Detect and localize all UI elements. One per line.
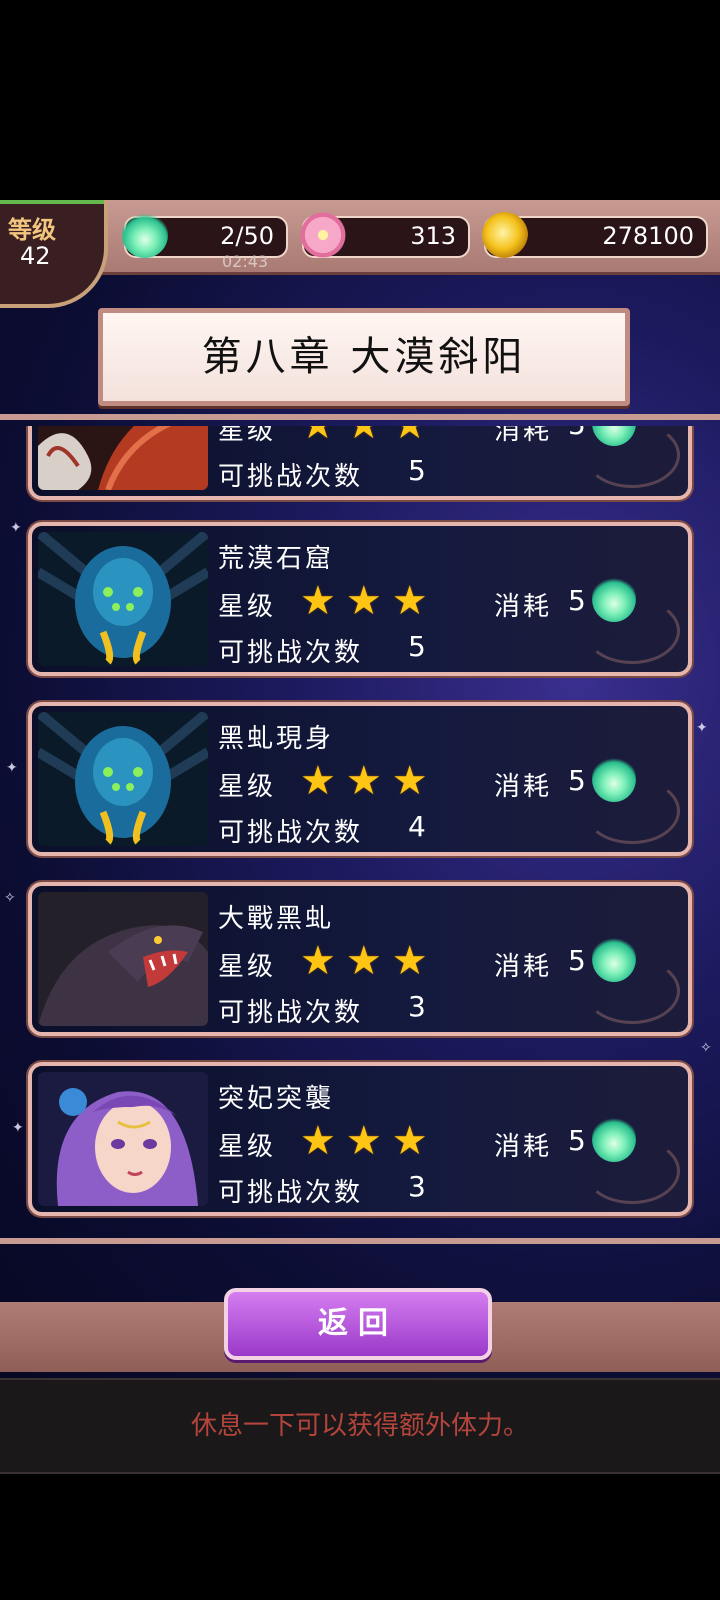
cost-label: 消耗	[494, 952, 553, 982]
attempts-label: 可挑战次数	[218, 818, 364, 848]
flower-counter[interactable]: 313	[300, 212, 470, 258]
stamina-timer: 02:43	[222, 252, 269, 271]
stage-card[interactable]: 黑虬現身 星级 ★ ★ ★ 消耗 5 可挑战次数 4	[28, 702, 692, 856]
star-icon: ★	[300, 938, 336, 984]
stars-label: 星级	[218, 1132, 277, 1162]
stage-portrait	[38, 712, 208, 846]
cost-label: 消耗	[494, 772, 553, 802]
attempts-label: 可挑战次数	[218, 998, 364, 1028]
star-icon: ★	[300, 578, 336, 624]
stage-name: 大戰黑虬	[218, 904, 335, 934]
stars-label: 星级	[218, 952, 277, 982]
star-icon: ★	[392, 426, 428, 448]
back-button[interactable]: 返回	[224, 1288, 492, 1360]
cloud-ornament	[584, 598, 680, 664]
stage-name: 突妃突襲	[218, 1084, 335, 1114]
stars-label: 星级	[218, 772, 277, 802]
stage-card[interactable]: 星级 ★ ★ ★ 消耗 5 可挑战次数 5	[28, 426, 692, 500]
gold-counter[interactable]: 278100	[482, 212, 708, 258]
tip-bar: 休息一下可以获得额外体力。	[0, 1378, 720, 1474]
cost-label: 消耗	[494, 1132, 553, 1162]
star-icon: ★	[391, 938, 428, 984]
star-icon: ★	[345, 938, 382, 984]
stage-card[interactable]: 突妃突襲 星级 ★ ★ ★ 消耗 5 可挑战次数 3	[28, 1062, 692, 1216]
flower-amount: 313	[410, 222, 456, 250]
star-icon: ★	[391, 1118, 428, 1164]
list-top-divider	[0, 414, 720, 420]
flower-icon	[300, 212, 346, 258]
star-icon: ★	[345, 578, 382, 624]
star-icon: ★	[300, 1118, 336, 1164]
attempts-value: 3	[408, 990, 426, 1023]
star-icon: ★	[345, 758, 382, 804]
attempts-label: 可挑战次数	[218, 1178, 364, 1208]
stamina-amount: 2/50	[220, 222, 274, 250]
star-rating: ★ ★ ★	[300, 426, 438, 448]
cost-value: 5	[568, 1124, 586, 1157]
attempts-value: 5	[408, 630, 426, 663]
star-icon: ★	[300, 758, 336, 804]
star-rating: ★★★	[300, 578, 438, 624]
stars-label: 星级	[218, 592, 277, 622]
star-icon: ★	[391, 758, 428, 804]
cloud-ornament	[584, 778, 680, 844]
star-rating: ★★★	[300, 758, 438, 804]
level-label: 等级	[8, 216, 56, 244]
star-icon: ★	[300, 426, 336, 448]
stars-label: 星级	[218, 426, 277, 446]
gold-coin-icon	[482, 212, 528, 258]
tip-text: 休息一下可以获得额外体力。	[190, 1411, 529, 1441]
stamina-spirit-icon	[122, 212, 168, 258]
star-icon: ★	[345, 1118, 382, 1164]
list-bottom-divider	[0, 1238, 720, 1244]
cloud-ornament	[584, 958, 680, 1024]
star-icon: ★	[346, 426, 382, 448]
attempts-label: 可挑战次数	[218, 638, 364, 668]
stage-portrait	[38, 1072, 208, 1206]
gold-amount: 278100	[602, 222, 694, 250]
star-icon: ★	[391, 578, 428, 624]
stage-name: 黑虬現身	[218, 724, 335, 754]
attempts-label: 可挑战次数	[218, 462, 364, 492]
cost-value: 5	[568, 584, 586, 617]
cloud-ornament	[584, 426, 680, 488]
stage-card[interactable]: 大戰黑虬 星级 ★ ★ ★ 消耗 5 可挑战次数 3	[28, 882, 692, 1036]
stage-list[interactable]: 星级 ★★★ 消耗 5 可挑战次数 5 荒漠石窟 星级 ★★★ 消耗 5	[0, 426, 720, 1236]
cloud-ornament	[584, 1138, 680, 1204]
attempts-value: 4	[408, 810, 426, 843]
stage-portrait	[38, 892, 208, 1026]
stage-portrait	[38, 532, 208, 666]
star-rating: ★★★	[300, 1118, 438, 1164]
attempts-value: 3	[408, 1170, 426, 1203]
cost-label: 消耗	[494, 592, 553, 622]
cost-value: 5	[568, 426, 586, 441]
star-rating: ★★★	[300, 938, 438, 984]
stage-portrait	[38, 426, 208, 490]
cost-label: 消耗	[494, 426, 553, 446]
stage-name: 荒漠石窟	[218, 544, 335, 574]
level-value: 42	[20, 242, 51, 270]
attempts-value: 5	[408, 454, 426, 487]
cost-value: 5	[568, 944, 586, 977]
cost-value: 5	[568, 764, 586, 797]
chapter-title: 第八章 大漠斜阳	[98, 308, 630, 406]
stage-card[interactable]: 荒漠石窟 星级 ★ ★ ★ 消耗 5 可挑战次数 5	[28, 522, 692, 676]
